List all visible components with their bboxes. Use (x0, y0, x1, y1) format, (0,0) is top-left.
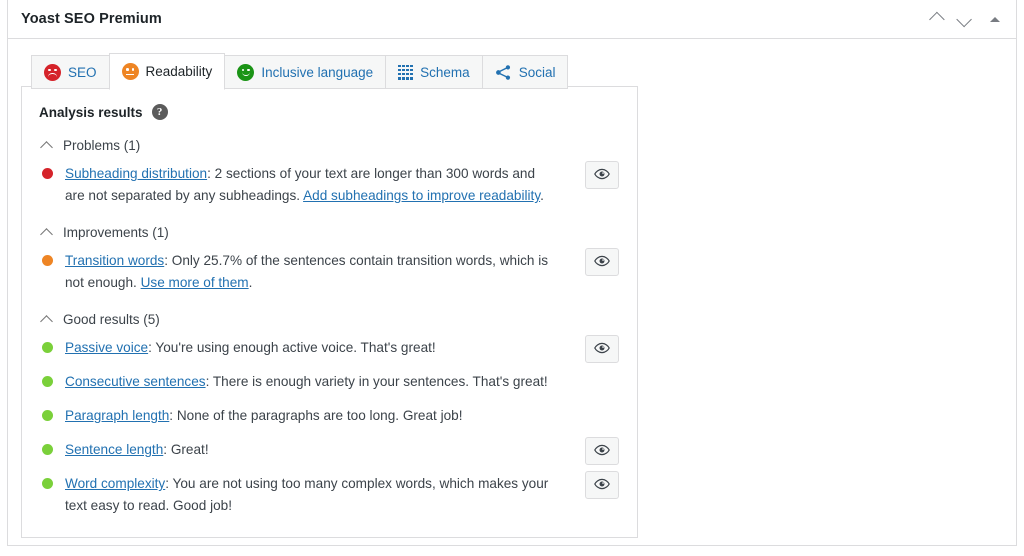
grid-icon (398, 64, 414, 80)
highlight-in-text-button[interactable] (585, 161, 619, 189)
status-bullet-red (42, 168, 53, 179)
result-row: Transition words: Only 25.7% of the sent… (39, 248, 620, 294)
highlight-in-text-button[interactable] (585, 335, 619, 364)
triangle-up-icon (990, 17, 1000, 22)
help-circle-icon[interactable]: ? (151, 104, 168, 120)
toggle-panel-button[interactable] (980, 5, 1010, 35)
result-assessment-link[interactable]: Word complexity (65, 476, 165, 491)
tab-social[interactable]: Social (481, 55, 569, 89)
status-bullet-green (42, 410, 53, 422)
tab-inclusive-language[interactable]: Inclusive language (225, 55, 386, 89)
eye-icon (594, 442, 610, 461)
eye-icon (594, 253, 610, 272)
move-down-button[interactable] (950, 5, 980, 35)
highlight-in-text-button[interactable] (585, 437, 619, 466)
section-heading: Problems (1) (63, 138, 141, 153)
highlight-in-text-button[interactable] (585, 471, 619, 500)
sad-face-icon (44, 63, 61, 81)
result-row: Word complexity: You are not using too m… (39, 471, 620, 517)
yoast-seo-metabox: Yoast SEO Premium SEO Readability Inclus… (7, 0, 1017, 546)
result-cta-link[interactable]: Use more of them (141, 275, 249, 290)
status-bullet-green (42, 444, 53, 456)
result-assessment-link[interactable]: Transition words (65, 253, 164, 268)
result-text: Word complexity: You are not using too m… (65, 476, 549, 514)
neutral-face-icon (121, 63, 139, 80)
chevron-down-icon (955, 11, 972, 28)
section-toggle-1[interactable]: Improvements (1) (39, 225, 620, 241)
result-assessment-link[interactable]: Consecutive sentences (65, 374, 206, 389)
result-row: Sentence length: Great! (39, 437, 620, 466)
analysis-results-card: Analysis results ? Problems (1) Subheadin… (21, 86, 638, 538)
result-row: Consecutive sentences: There is enough v… (39, 371, 620, 393)
section-heading: Good results (5) (63, 312, 160, 328)
tab-inclusive-language-label: Inclusive language (261, 64, 374, 80)
happy-face-icon (237, 63, 255, 81)
highlight-in-text-button[interactable] (585, 248, 619, 277)
chevron-up-icon (40, 227, 53, 241)
section-toggle-0[interactable]: Problems (1) (39, 138, 620, 154)
tab-seo[interactable]: SEO (31, 55, 109, 89)
analysis-results-title: Analysis results (39, 104, 143, 120)
page-title: Yoast SEO Premium (21, 11, 162, 27)
tab-schema[interactable]: Schema (385, 55, 482, 89)
status-bullet-green (42, 376, 53, 388)
eye-icon (594, 166, 610, 185)
screen: Yoast SEO Premium SEO Readability Inclus… (0, 0, 1024, 556)
analysis-results-body: Analysis results ? Problems (1) Subheadin… (22, 87, 637, 517)
tab-readability-label: Readability (145, 64, 213, 79)
share-icon (495, 64, 512, 80)
chevron-up-icon (928, 11, 945, 28)
result-assessment-link[interactable]: Subheading distribution (65, 166, 207, 181)
result-cta-link[interactable]: Add subheadings to improve readability (303, 188, 540, 203)
tab-social-label: Social (518, 64, 556, 80)
result-row: Passive voice: You're using enough activ… (39, 335, 620, 364)
analysis-tabs: SEO Readability Inclusive language Schem… (31, 53, 569, 90)
analysis-sections: Problems (1) Subheading distribution: 2 s… (39, 138, 620, 517)
tab-readability[interactable]: Readability (108, 53, 226, 90)
tab-seo-label: SEO (68, 64, 97, 80)
result-text: Paragraph length: None of the paragraphs… (65, 408, 463, 424)
result-assessment-link[interactable]: Passive voice (65, 340, 148, 355)
result-text: Consecutive sentences: There is enough v… (65, 374, 548, 390)
result-text: Sentence length: Great! (65, 442, 209, 458)
result-text: Transition words: Only 25.7% of the sent… (65, 253, 549, 291)
section-heading: Improvements (1) (63, 225, 169, 241)
eye-icon (594, 340, 610, 359)
eye-icon (594, 476, 610, 495)
move-up-button[interactable] (920, 5, 950, 35)
result-assessment-link[interactable]: Paragraph length (65, 408, 169, 423)
metabox-header-actions (920, 0, 1010, 39)
result-text: Subheading distribution: 2 sections of y… (65, 166, 544, 204)
result-assessment-link[interactable]: Sentence length (65, 442, 163, 457)
chevron-up-icon (40, 140, 53, 154)
metabox-header: Yoast SEO Premium (8, 0, 1016, 39)
analysis-results-header: Analysis results ? (39, 104, 620, 120)
tab-schema-label: Schema (420, 64, 470, 80)
status-bullet-green (42, 342, 53, 354)
result-row: Paragraph length: None of the paragraphs… (39, 405, 620, 427)
result-text: Passive voice: You're using enough activ… (65, 340, 436, 356)
status-bullet-green (42, 478, 53, 490)
chevron-up-icon (40, 314, 53, 328)
status-bullet-orange (42, 255, 53, 267)
section-toggle-2[interactable]: Good results (5) (39, 312, 620, 328)
result-row: Subheading distribution: 2 sections of y… (39, 161, 620, 207)
